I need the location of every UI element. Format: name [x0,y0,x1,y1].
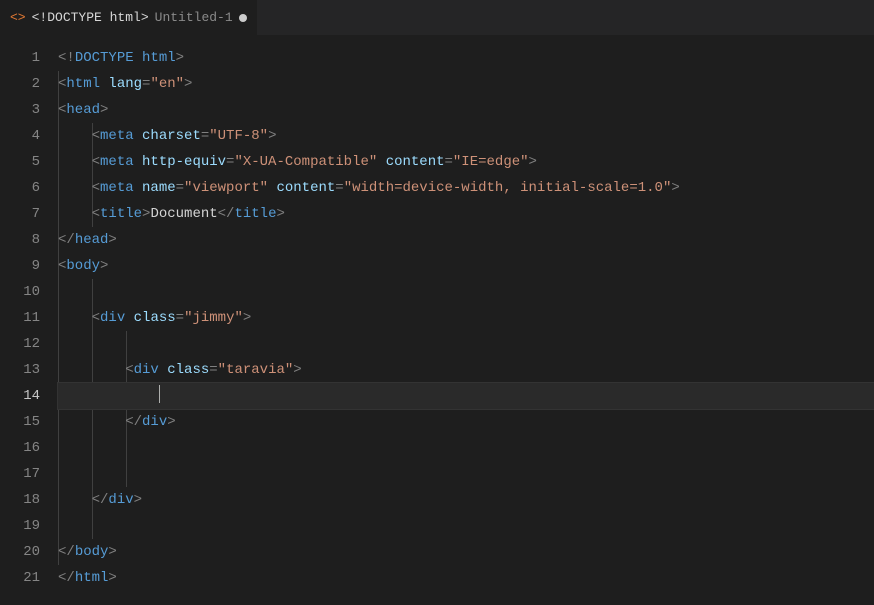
editor-tab[interactable]: <> <!DOCTYPE html> Untitled-1 [0,0,258,35]
tab-context: <!DOCTYPE html> [32,10,149,25]
code-line[interactable] [58,461,874,487]
code-line[interactable]: <meta http-equiv="X-UA-Compatible" conte… [58,149,874,175]
code-line[interactable] [58,279,874,305]
tab-bar: <> <!DOCTYPE html> Untitled-1 [0,0,874,35]
line-number[interactable]: 5 [0,149,40,175]
code-line[interactable] [58,331,874,357]
code-line[interactable]: <!DOCTYPE html> [58,45,874,71]
code-line[interactable]: <title>Document</title> [58,201,874,227]
line-number[interactable]: 14 [0,383,40,409]
line-number[interactable]: 12 [0,331,40,357]
code-icon: <> [10,10,26,25]
line-number[interactable]: 9 [0,253,40,279]
code-line[interactable]: </html> [58,565,874,591]
editor: 1 2 3 4 5 6 7 8 9 10 11 12 13 14 15 16 1… [0,35,874,605]
code-line[interactable]: </div> [58,409,874,435]
code-line[interactable] [58,513,874,539]
code-line[interactable]: <head> [58,97,874,123]
code-line[interactable]: <body> [58,253,874,279]
line-number-gutter[interactable]: 1 2 3 4 5 6 7 8 9 10 11 12 13 14 15 16 1… [0,45,58,605]
text-cursor [159,385,160,403]
line-number[interactable]: 15 [0,409,40,435]
code-line[interactable]: </head> [58,227,874,253]
line-number[interactable]: 8 [0,227,40,253]
line-number[interactable]: 2 [0,71,40,97]
unsaved-dot-icon [239,14,247,22]
code-line[interactable]: <meta name="viewport" content="width=dev… [58,175,874,201]
line-number[interactable]: 19 [0,513,40,539]
line-number[interactable]: 16 [0,435,40,461]
line-number[interactable]: 21 [0,565,40,591]
line-number[interactable]: 17 [0,461,40,487]
code-line[interactable]: <meta charset="UTF-8"> [58,123,874,149]
code-line[interactable]: </body> [58,539,874,565]
line-number[interactable]: 1 [0,45,40,71]
code-line[interactable] [58,435,874,461]
line-number[interactable]: 10 [0,279,40,305]
code-line[interactable]: </div> [58,487,874,513]
line-number[interactable]: 3 [0,97,40,123]
code-area[interactable]: <!DOCTYPE html> <html lang="en"> <head> … [58,45,874,605]
line-number[interactable]: 13 [0,357,40,383]
line-number[interactable]: 11 [0,305,40,331]
line-number[interactable]: 7 [0,201,40,227]
code-line[interactable]: <html lang="en"> [58,71,874,97]
code-line[interactable]: <div class="taravia"> [58,357,874,383]
line-number[interactable]: 6 [0,175,40,201]
line-number[interactable]: 18 [0,487,40,513]
line-number[interactable]: 20 [0,539,40,565]
tab-filename: Untitled-1 [155,10,233,25]
code-line-active[interactable] [58,383,874,409]
code-line[interactable]: <div class="jimmy"> [58,305,874,331]
line-number[interactable]: 4 [0,123,40,149]
